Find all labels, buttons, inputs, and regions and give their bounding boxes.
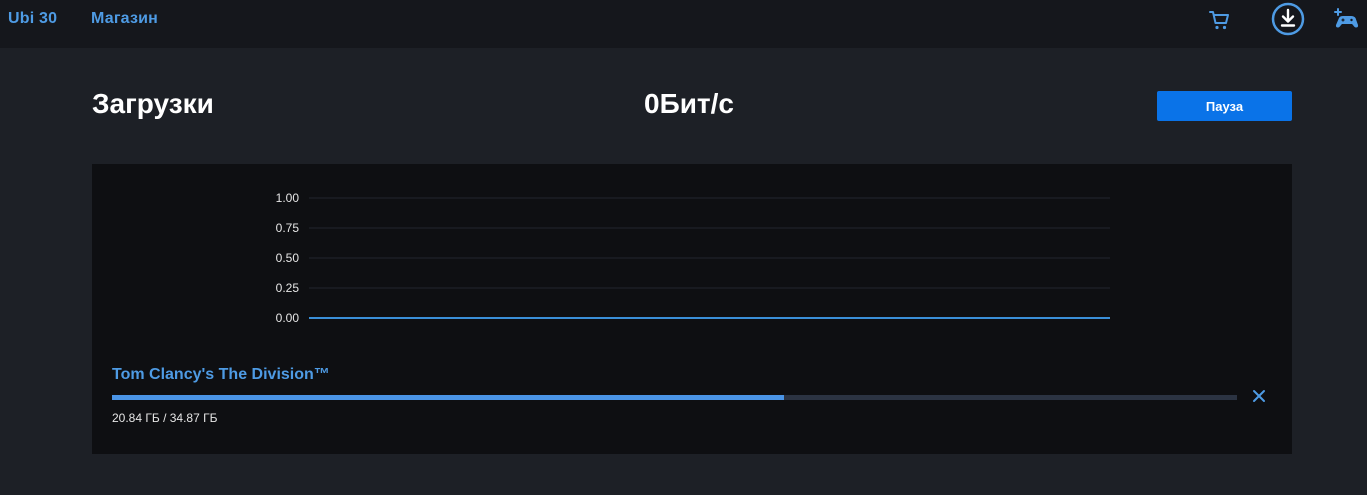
pause-button[interactable]: Пауза — [1157, 91, 1292, 121]
gamepad-icon[interactable] — [1334, 7, 1360, 31]
download-icon[interactable] — [1271, 2, 1305, 36]
download-progress-fill — [112, 395, 785, 400]
close-icon[interactable] — [1250, 387, 1268, 405]
y-tick-label: 0.25 — [276, 281, 300, 295]
download-progress-bar — [112, 395, 1237, 400]
speed-chart: 1.00 0.75 0.50 0.25 0.00 — [276, 191, 1110, 325]
download-game-title[interactable]: Tom Clancy's The Division™ — [112, 366, 330, 384]
page-title: Загрузки — [92, 88, 214, 119]
y-tick-label: 0.75 — [276, 221, 300, 235]
top-nav-bar: Ubi 30 Магазин — [0, 0, 1367, 48]
y-tick-label: 0.00 — [276, 311, 300, 325]
nav-store[interactable]: Магазин — [91, 10, 158, 28]
y-tick-label: 1.00 — [276, 191, 300, 205]
cart-icon[interactable] — [1208, 8, 1232, 32]
nav-ubi-connect[interactable]: Ubi 30 — [8, 10, 57, 28]
download-speed: 0Бит/с — [644, 88, 734, 119]
download-panel: 1.00 0.75 0.50 0.25 0.00 Tom Clancy's The Di… — [92, 164, 1292, 454]
y-tick-label: 0.50 — [276, 251, 300, 265]
download-size-text: 20.84 ГБ / 34.87 ГБ — [112, 411, 218, 425]
